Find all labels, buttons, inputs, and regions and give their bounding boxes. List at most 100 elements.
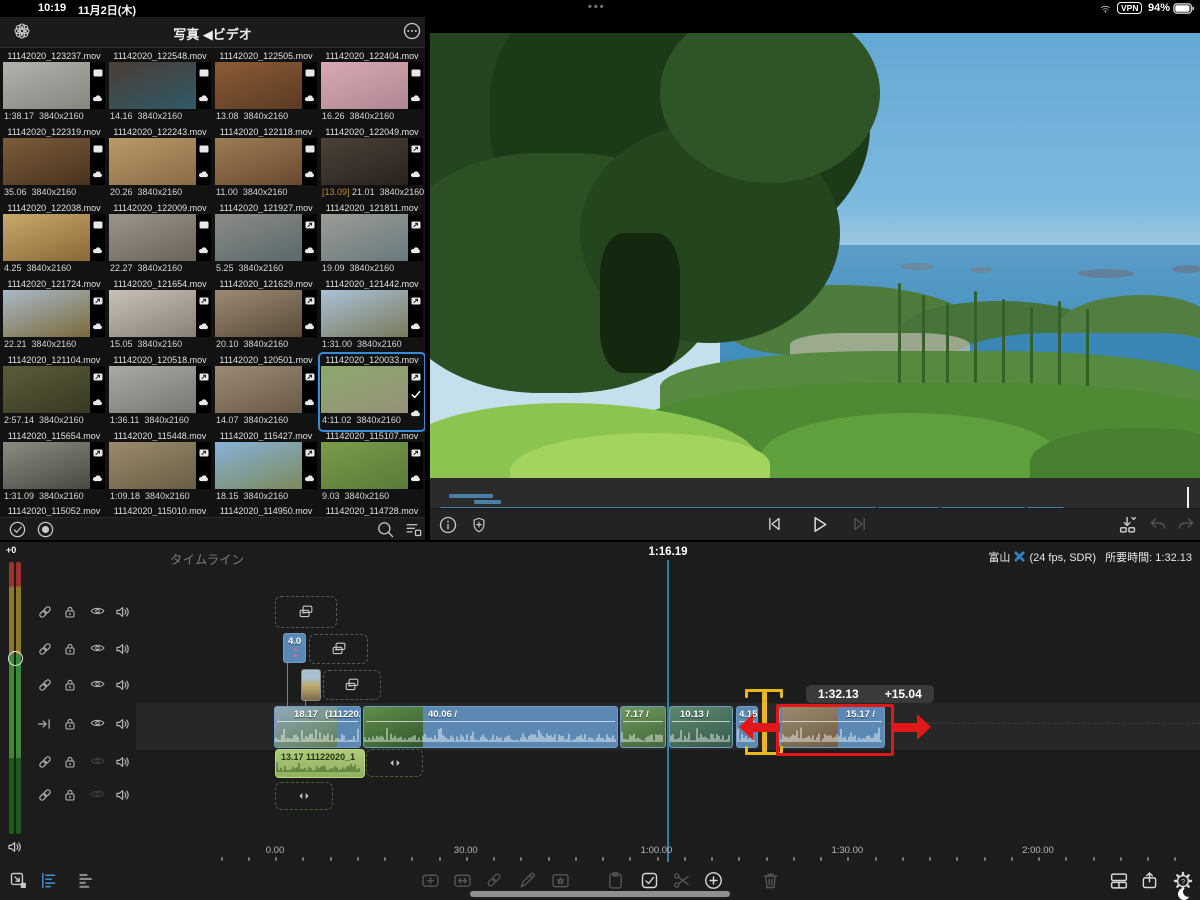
media-item[interactable]: 11142020_121442.mov1:31.00 3840x2160 <box>320 278 424 354</box>
media-badge-strip <box>196 290 211 337</box>
edit-clip-button[interactable] <box>517 870 538 891</box>
media-filename: 11142020_122548.mov <box>108 51 212 61</box>
media-thumbnail[interactable] <box>321 138 408 185</box>
media-info: 18.15 3840x2160 <box>216 491 318 501</box>
media-item[interactable]: 11142020_123237.mov1:38.17 3840x2160 <box>2 50 106 126</box>
media-thumbnail[interactable] <box>215 214 302 261</box>
media-info: 2:57.14 3840x2160 <box>4 415 106 425</box>
media-badge-strip <box>90 138 105 185</box>
media-item[interactable]: 11142020_121724.mov22.21 3840x2160 <box>2 278 106 354</box>
media-thumbnail[interactable] <box>321 366 408 413</box>
media-info: 20.10 3840x2160 <box>216 339 318 349</box>
media-item[interactable]: 11142020_122548.mov14.16 3840x2160 <box>108 50 212 126</box>
multitask-dots-icon[interactable]: ••• <box>588 1 606 13</box>
track-view-alt-button[interactable] <box>76 870 97 891</box>
media-thumbnail[interactable] <box>3 366 90 413</box>
multiselect-icon[interactable] <box>8 520 27 539</box>
undo-button[interactable] <box>1148 514 1168 534</box>
media-item[interactable]: 11142020_122404.mov16.26 3840x2160 <box>320 50 424 126</box>
media-item[interactable]: 11142020_122009.mov22.27 3840x2160 <box>108 202 212 278</box>
media-item[interactable]: 11142020_122049.mov[13.09] 21.01 3840x21… <box>320 126 424 202</box>
media-thumbnail[interactable] <box>215 366 302 413</box>
media-item[interactable]: 11142020_120501.mov14.07 3840x2160 <box>214 354 318 430</box>
media-item[interactable]: 11142020_115107.mov9.03 3840x2160 <box>320 430 424 506</box>
add-clip-button[interactable] <box>420 870 441 891</box>
media-thumbnail[interactable] <box>3 62 90 109</box>
redo-button[interactable] <box>1176 514 1196 534</box>
layout-button[interactable] <box>1108 870 1130 892</box>
media-thumbnail[interactable] <box>321 290 408 337</box>
media-thumbnail[interactable] <box>109 62 196 109</box>
media-info: 13.08 3840x2160 <box>216 111 318 121</box>
media-thumbnail[interactable] <box>109 442 196 489</box>
filter-record-icon[interactable] <box>36 520 55 539</box>
media-thumbnail[interactable] <box>109 366 196 413</box>
media-thumbnail[interactable] <box>3 442 90 489</box>
media-item[interactable]: 11142020_115654.mov1:31.09 3840x2160 <box>2 430 106 506</box>
media-info: 14.07 3840x2160 <box>216 415 318 425</box>
media-thumbnail[interactable] <box>215 62 302 109</box>
media-item[interactable]: 11142020_122243.mov20.26 3840x2160 <box>108 126 212 202</box>
insert-overwrite-toggle[interactable] <box>1117 514 1139 536</box>
media-badge-strip <box>408 442 423 489</box>
split-button[interactable] <box>671 870 692 891</box>
time-ruler[interactable]: 0.0030.001:00.001:30.002:00.00 <box>0 542 1200 900</box>
sort-icon[interactable] <box>404 520 423 539</box>
media-item[interactable]: 11142020_122038.mov4.25 3840x2160 <box>2 202 106 278</box>
skip-to-start-button[interactable] <box>764 514 784 534</box>
media-item[interactable]: 11142020_120518.mov1:36.11 3840x2160 <box>108 354 212 430</box>
cloud-icon <box>198 89 209 107</box>
media-thumbnail[interactable] <box>109 138 196 185</box>
trim-clip-button[interactable] <box>452 870 473 891</box>
media-item[interactable]: 11142020_122118.mov11.00 3840x2160 <box>214 126 318 202</box>
play-button[interactable] <box>807 513 830 536</box>
cloud-icon <box>304 393 315 411</box>
delete-button[interactable] <box>760 870 781 891</box>
media-thumbnail[interactable] <box>321 214 408 261</box>
paste-button[interactable] <box>605 870 626 891</box>
skip-to-end-button[interactable] <box>850 514 870 534</box>
link-clips-button[interactable] <box>484 870 504 890</box>
media-item[interactable]: 11142020_122319.mov35.06 3840x2160 <box>2 126 106 202</box>
media-item[interactable]: 11142020_121654.mov15.05 3840x2160 <box>108 278 212 354</box>
media-library-title[interactable]: 写真 ◀ビデオ <box>0 24 425 43</box>
add-button[interactable] <box>703 870 724 891</box>
favorites-button[interactable] <box>550 870 571 891</box>
cloud-icon <box>304 469 315 487</box>
media-thumbnail[interactable] <box>3 214 90 261</box>
media-thumbnail[interactable] <box>3 290 90 337</box>
media-item[interactable]: 11142020_115427.mov18.15 3840x2160 <box>214 430 318 506</box>
timeline-overview[interactable] <box>430 478 1200 508</box>
clip-badge-icon <box>93 444 103 462</box>
media-thumbnail[interactable] <box>215 138 302 185</box>
media-item[interactable]: 11142020_115448.mov1:09.18 3840x2160 <box>108 430 212 506</box>
media-thumbnail[interactable] <box>215 290 302 337</box>
share-button[interactable] <box>1139 870 1160 891</box>
info-icon[interactable] <box>438 515 458 535</box>
media-item[interactable]: 11142020_121811.mov19.09 3840x2160 <box>320 202 424 278</box>
more-options-icon[interactable] <box>402 21 422 41</box>
media-item[interactable]: 11142020_122505.mov13.08 3840x2160 <box>214 50 318 126</box>
import-media-button[interactable] <box>8 870 29 891</box>
island <box>900 263 934 270</box>
media-item[interactable]: 11142020_121927.mov5.25 3840x2160 <box>214 202 318 278</box>
media-thumbnail[interactable] <box>3 138 90 185</box>
home-indicator[interactable] <box>470 891 730 897</box>
media-item[interactable]: 11142020_121104.mov2:57.14 3840x2160 <box>2 354 106 430</box>
media-thumbnail[interactable] <box>215 442 302 489</box>
media-thumbnail[interactable] <box>321 62 408 109</box>
add-marker-icon[interactable] <box>470 515 488 535</box>
media-filename: 11142020_122118.mov <box>214 127 318 137</box>
select-button[interactable] <box>639 870 660 891</box>
media-thumbnail[interactable] <box>109 290 196 337</box>
search-icon[interactable] <box>376 520 395 539</box>
media-filename: 11142020_123237.mov <box>2 51 106 61</box>
video-preview[interactable] <box>430 17 1200 478</box>
media-thumbnail[interactable] <box>109 214 196 261</box>
media-thumbnail[interactable] <box>321 442 408 489</box>
cloud-icon <box>92 469 103 487</box>
media-item[interactable]: 11142020_120033.mov4:11.02 3840x2160 <box>320 354 424 430</box>
media-filename: 11142020_121654.mov <box>108 279 212 289</box>
track-view-button-active[interactable] <box>38 870 59 891</box>
media-item[interactable]: 11142020_121629.mov20.10 3840x2160 <box>214 278 318 354</box>
